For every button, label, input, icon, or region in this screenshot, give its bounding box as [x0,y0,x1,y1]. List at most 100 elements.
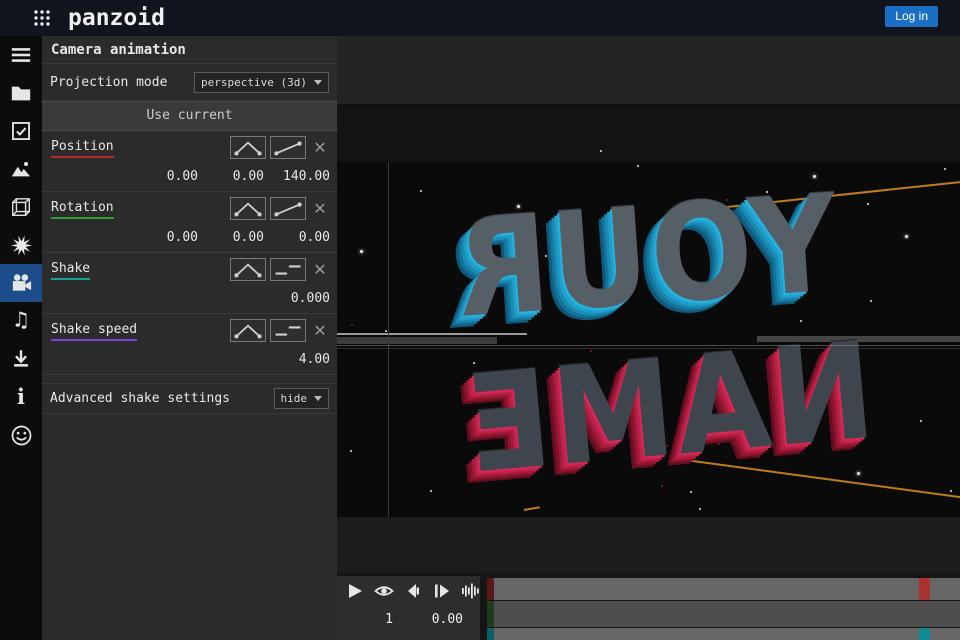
clear-keyframes-button[interactable]: ✕ [310,321,330,340]
render-scene: YOUR NAME [337,105,960,517]
star-dot [600,150,602,152]
peak-curve-button[interactable] [230,258,266,281]
star-dot [385,330,387,332]
image-icon [10,158,32,180]
smiley-icon [10,424,33,447]
value-field[interactable]: 0.00 [132,169,198,184]
advanced-shake-row: Advanced shake settings hide [42,383,337,414]
track-start-marker [487,628,494,640]
advanced-shake-label: Advanced shake settings [50,391,231,406]
use-current-button[interactable]: Use current [42,101,337,131]
advanced-shake-select[interactable]: hide [273,388,329,409]
projection-mode-select[interactable]: perspective (3d) [194,71,329,93]
property-rotation: Rotation ✕ 0.00 0.00 0.00 [42,192,337,253]
timeline-track-row[interactable] [494,601,960,627]
timeline-time-value: 0.00 [431,612,463,627]
peak-curve-button[interactable] [230,197,266,220]
sidebar-item-camera[interactable] [0,264,42,302]
property-label: Position [51,139,114,158]
sidebar-item-feedback[interactable] [0,416,42,454]
step-curve-button[interactable] [270,258,306,281]
value-field[interactable]: 0.00 [132,230,198,245]
burst-icon [10,234,33,257]
star-dot-red [351,324,353,326]
sidebar-item-menu[interactable] [0,36,42,74]
cube-icon [10,196,32,218]
property-values: 4.00 [51,347,330,371]
apps-grid-icon[interactable] [30,6,54,30]
viewport-letterbox-bottom [337,517,960,573]
scene-grid-line [337,345,960,346]
property-values: 0.00 0.00 0.00 [51,225,330,249]
projection-mode-value: perspective (3d) [201,75,307,89]
scene-orange-dash [523,506,540,511]
playhead-marker[interactable] [919,628,930,640]
chevron-down-icon [314,79,322,85]
property-list: Position ✕ 0.00 0.00 140.00 Rotation ✕ 0.00 0.00… [42,131,337,375]
property-header: Rotation ✕ [51,197,330,225]
property-label: Shake [51,261,91,280]
star-dot [920,420,922,422]
property-shake-speed: Shake speed ✕ 4.00 [42,314,337,375]
peak-curve-button[interactable] [230,136,266,159]
star-dot [360,250,363,253]
sidebar-item-effects[interactable] [0,226,42,264]
viewport-letterbox-top [337,36,960,105]
value-field[interactable]: 4.00 [264,352,330,367]
property-label: Rotation [51,200,114,219]
sidebar-item-objects[interactable] [0,188,42,226]
value-field[interactable]: 140.00 [264,169,330,184]
preview-viewport[interactable]: YOUR NAME [337,36,960,573]
track-start-marker [487,578,494,600]
camera-animation-panel: Camera animation Projection mode perspec… [42,36,337,640]
property-shake: Shake ✕ 0.000 [42,253,337,314]
clear-keyframes-button[interactable]: ✕ [310,260,330,279]
star-dot [870,300,872,302]
value-field[interactable]: 0.00 [198,169,264,184]
timeline-tracks[interactable] [480,573,960,640]
value-field[interactable]: 0.00 [198,230,264,245]
waveform-icon[interactable] [460,582,480,600]
sidebar-item-download[interactable] [0,340,42,378]
star-dot [699,508,701,510]
track-start-marker [487,601,494,627]
timeline-controls: 1 0.00 [337,576,480,640]
timeline-track-row[interactable] [494,628,960,640]
clear-keyframes-button[interactable]: ✕ [310,138,330,157]
star-dot [950,490,952,492]
projection-mode-label: Projection mode [50,74,168,90]
property-position: Position ✕ 0.00 0.00 140.00 [42,131,337,192]
timeline-bar: 1 0.00 [337,573,960,640]
star-dot [350,450,352,452]
star-dot [857,472,860,475]
sidebar-item-audio[interactable]: ♫ [0,302,42,340]
info-icon: i [17,384,25,409]
panel-title: Camera animation [42,36,337,64]
value-field[interactable]: 0.000 [264,291,330,306]
step-forward-icon[interactable] [432,582,452,600]
ramp-curve-button[interactable] [270,197,306,220]
download-icon [10,348,32,370]
play-icon[interactable] [345,582,365,600]
property-label: Shake speed [51,322,138,341]
ramp-curve-button[interactable] [270,136,306,159]
property-header: Shake speed ✕ [51,319,330,347]
timeline-frame-value: 1 [385,612,393,627]
property-buttons: ✕ [230,319,330,342]
sidebar-item-projects[interactable] [0,74,42,112]
timeline-icons [337,576,480,600]
speaker-icon[interactable] [403,582,423,600]
sidebar-item-info[interactable]: i [0,378,42,416]
folder-icon [10,82,32,104]
step-curve-button[interactable] [270,319,306,342]
sidebar-item-graphics[interactable] [0,150,42,188]
value-field[interactable]: 0.00 [264,230,330,245]
sidebar-item-tasks[interactable] [0,112,42,150]
eye-icon[interactable] [373,582,394,600]
playhead-marker[interactable] [919,578,930,600]
login-button[interactable]: Log in [885,6,938,27]
timeline-track-row[interactable] [494,578,960,600]
clear-keyframes-button[interactable]: ✕ [310,199,330,218]
star-dot [637,165,639,167]
peak-curve-button[interactable] [230,319,266,342]
